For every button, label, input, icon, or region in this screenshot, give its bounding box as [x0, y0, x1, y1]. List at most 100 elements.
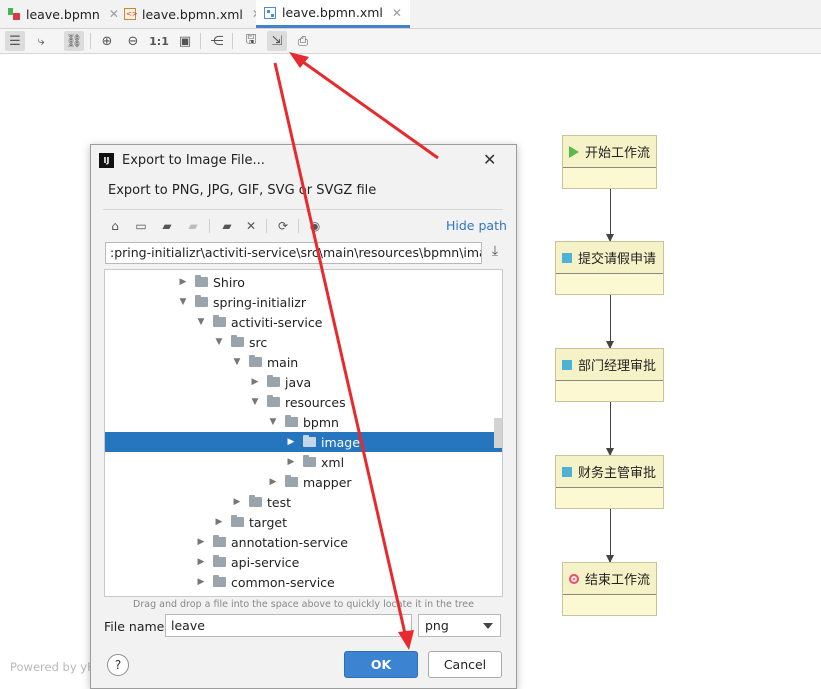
expand-arrow-icon[interactable]: ▶: [195, 577, 207, 587]
folder-icon: [213, 315, 226, 327]
show-hidden-icon[interactable]: ◉: [305, 216, 325, 236]
diagram-icon: [264, 6, 276, 19]
ok-button[interactable]: OK: [344, 651, 418, 678]
folder-icon: [303, 455, 316, 467]
tree-node-label: resources: [285, 394, 346, 410]
help-button[interactable]: ?: [107, 654, 129, 676]
zoom-out-icon[interactable]: ⊖: [123, 31, 143, 51]
expand-arrow-icon[interactable]: ▶: [195, 537, 207, 547]
module-folder-icon[interactable]: ▰: [183, 216, 203, 236]
end-event-icon: [569, 573, 579, 584]
tab-label: leave.bpmn.xml: [282, 5, 383, 20]
start-event-node[interactable]: 开始工作流: [562, 135, 657, 189]
tree-node[interactable]: ▼ spring-initializr: [105, 292, 502, 312]
desktop-icon[interactable]: ▭: [131, 216, 151, 236]
end-event-node[interactable]: 结束工作流: [562, 562, 657, 616]
home-icon[interactable]: ⌂: [105, 216, 125, 236]
fit-content-icon[interactable]: ▣: [175, 31, 195, 51]
expand-arrow-icon[interactable]: ▶: [231, 497, 243, 507]
expand-arrow-icon[interactable]: ▶: [285, 437, 297, 447]
tree-node-selected[interactable]: ▶ image: [105, 432, 502, 452]
tree-node-label: test: [267, 494, 292, 510]
sequence-flow-edge: [606, 189, 614, 242]
path-input[interactable]: :pring-initializr\activiti-service\src\m…: [105, 242, 482, 264]
tree-node[interactable]: ▼ resources: [105, 392, 502, 412]
editor-tab-bar: leave.bpmn ✕ leave.bpmn.xml ✕ leave.bpmn…: [0, 0, 821, 29]
refresh-icon[interactable]: ⟳: [273, 216, 293, 236]
folder-icon: [285, 475, 298, 487]
layout-icon[interactable]: ⋲: [207, 31, 227, 51]
file-tree: ▶ Shiro ▼ spring-initializr ▼ activiti-serv…: [104, 269, 503, 597]
tree-node-label: src: [249, 334, 268, 350]
collapse-arrow-icon[interactable]: ▼: [267, 417, 279, 427]
tree-node[interactable]: ▶ annotation-service: [105, 532, 502, 552]
link-icon[interactable]: ⛓: [64, 31, 84, 51]
tree-node-label: annotation-service: [231, 534, 348, 550]
tree-node[interactable]: ▶ common-service: [105, 572, 502, 592]
tree-node[interactable]: ▶ Shiro: [105, 272, 502, 292]
tree-scrollbar[interactable]: [494, 418, 502, 448]
tree-node-label: mapper: [303, 474, 352, 490]
tree-node[interactable]: ▶ xml: [105, 452, 502, 472]
export-icon[interactable]: ⇲: [267, 31, 287, 51]
task-icon: [562, 466, 572, 477]
file-name-input[interactable]: leave: [165, 614, 412, 637]
annotation-arrow-to-export: [295, 55, 439, 160]
new-folder-icon[interactable]: ▰: [217, 216, 237, 236]
collapse-arrow-icon[interactable]: ▼: [231, 357, 243, 367]
tab-leave-bpmn-diagram[interactable]: leave.bpmn.xml ✕: [256, 0, 410, 28]
tree-node[interactable]: ▶ mapper: [105, 472, 502, 492]
expand-arrow-icon[interactable]: ▶: [213, 517, 225, 527]
expand-arrow-icon[interactable]: ▶: [177, 277, 189, 287]
tree-node[interactable]: ▶ api-service: [105, 552, 502, 572]
task-node-finance-approval[interactable]: 财务主管审批: [555, 455, 664, 509]
format-select[interactable]: png: [418, 614, 501, 637]
expand-arrow-icon[interactable]: ▶: [249, 377, 261, 387]
edge-routing-icon[interactable]: ⤷: [31, 31, 51, 51]
folder-icon: [267, 375, 280, 387]
save-icon[interactable]: 🖫: [241, 31, 261, 51]
sequence-flow-edge: [606, 402, 614, 456]
cancel-button[interactable]: Cancel: [428, 651, 502, 678]
tree-node[interactable]: ▶ target: [105, 512, 502, 532]
delete-icon[interactable]: ✕: [241, 216, 261, 236]
tree-node-label: target: [249, 514, 288, 530]
close-tab-icon[interactable]: ✕: [392, 6, 402, 20]
zoom-in-icon[interactable]: ⊕: [97, 31, 117, 51]
properties-icon[interactable]: ☰: [5, 31, 25, 51]
tree-node[interactable]: ▼ bpmn: [105, 412, 502, 432]
expand-arrow-icon[interactable]: ▶: [195, 557, 207, 567]
toolbar-separator: [209, 219, 210, 233]
close-tab-icon[interactable]: ✕: [109, 7, 119, 21]
toolbar-separator: [232, 33, 233, 49]
collapse-arrow-icon[interactable]: ▼: [249, 397, 261, 407]
expand-arrow-icon[interactable]: ▶: [267, 477, 279, 487]
tab-leave-bpmn-xml[interactable]: leave.bpmn.xml ✕: [124, 0, 262, 28]
task-node-manager-approval[interactable]: 部门经理审批: [555, 348, 664, 402]
file-name-label: File name:: [104, 619, 169, 634]
tree-node-label: xml: [321, 454, 345, 470]
tree-node[interactable]: ▶ java: [105, 372, 502, 392]
collapse-arrow-icon[interactable]: ▼: [213, 337, 225, 347]
expand-arrow-icon[interactable]: ▶: [285, 457, 297, 467]
tree-node[interactable]: ▼ activiti-service: [105, 312, 502, 332]
tree-node-label: spring-initializr: [213, 294, 306, 310]
tree-node[interactable]: ▼ src: [105, 332, 502, 352]
download-icon[interactable]: ⤓: [487, 243, 503, 263]
collapse-arrow-icon[interactable]: ▼: [195, 317, 207, 327]
collapse-arrow-icon[interactable]: ▼: [177, 297, 189, 307]
dialog-description: Export to PNG, JPG, GIF, SVG or SVGZ fil…: [108, 183, 377, 198]
tree-node[interactable]: ▼ main: [105, 352, 502, 372]
project-folder-icon[interactable]: ▰: [157, 216, 177, 236]
task-node-submit-leave[interactable]: 提交请假申请: [555, 241, 664, 295]
task-icon: [562, 359, 572, 370]
sequence-flow-edge: [606, 509, 614, 563]
tab-leave-bpmn[interactable]: leave.bpmn ✕: [8, 0, 119, 28]
print-icon[interactable]: ⎙: [293, 31, 313, 51]
folder-icon: [231, 515, 244, 527]
close-icon[interactable]: ✕: [483, 150, 496, 169]
actual-size-button[interactable]: 1:1: [149, 31, 169, 51]
hide-path-link[interactable]: Hide path: [446, 218, 507, 233]
tab-label: leave.bpmn: [26, 6, 100, 22]
tree-node[interactable]: ▶ test: [105, 492, 502, 512]
